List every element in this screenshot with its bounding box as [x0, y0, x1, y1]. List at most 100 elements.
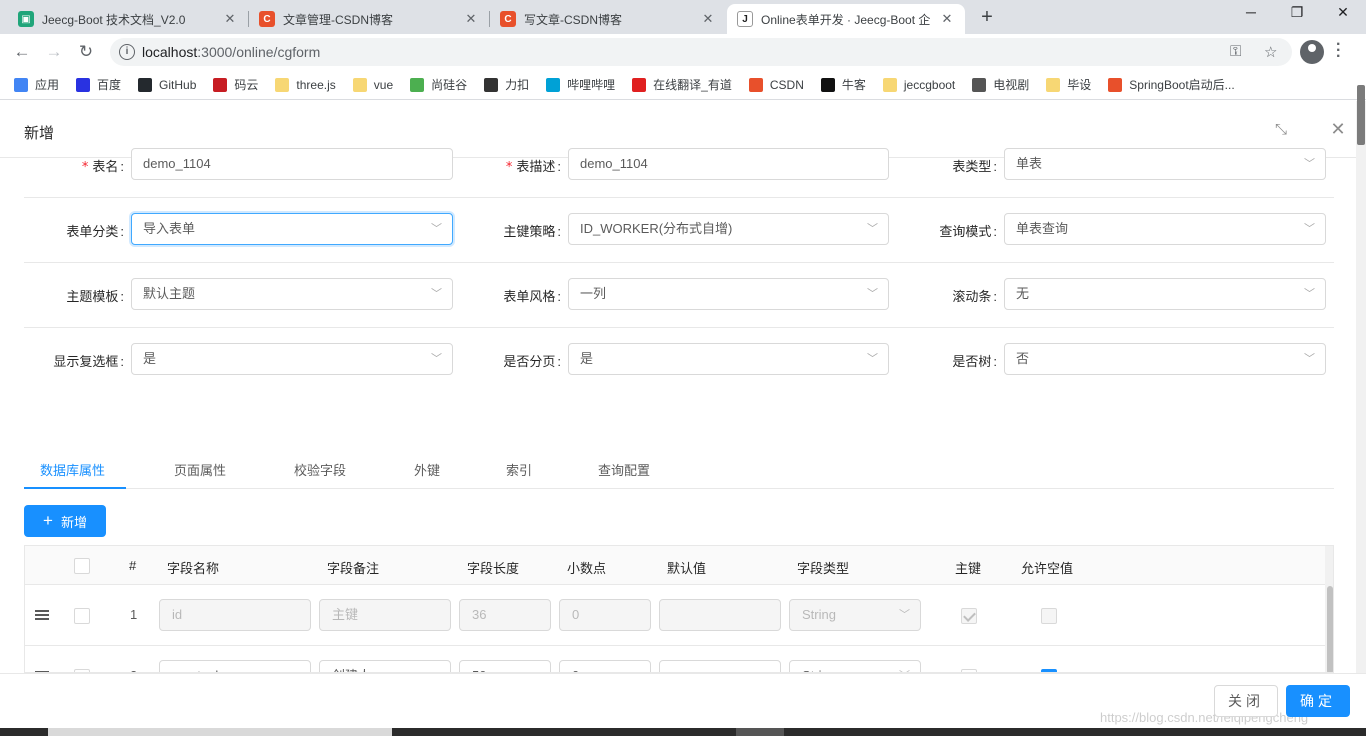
bookmark-item[interactable]: 在线翻译_有道 — [632, 76, 732, 93]
url-text: localhost:3000/online/cgform — [142, 44, 320, 60]
bookmark-item[interactable]: 牛客 — [820, 76, 866, 93]
bookmark-label: SpringBoot启动后... — [1129, 78, 1235, 92]
form-row: 表单分类: 导入表单 ﹀ 主键策略: ID_WORKER(分布式自增) ﹀ 查询模式: 单表查… — [24, 198, 1334, 263]
tab-query-config[interactable]: 查询配置 — [598, 460, 650, 479]
bookmark-item[interactable]: 毕设 — [1046, 76, 1091, 93]
reload-icon[interactable]: ↻ — [75, 41, 97, 63]
forward-arrow-icon[interactable]: → — [43, 41, 65, 63]
back-arrow-icon[interactable]: ← — [11, 41, 33, 63]
bookmark-label: 百度 — [97, 78, 122, 92]
form-select[interactable]: 单表 ﹀ — [1004, 148, 1326, 180]
field-length-input[interactable]: 50 — [459, 660, 551, 672]
bookmark-item[interactable]: three.js — [275, 77, 336, 92]
field-decimal-input[interactable]: 0 — [559, 660, 651, 672]
bookmark-item[interactable]: SpringBoot启动后... — [1108, 76, 1235, 93]
row-checkbox[interactable] — [74, 608, 90, 624]
browser-tab-label: 文章管理-CSDN博客 — [283, 12, 393, 27]
window-close-icon[interactable]: ✕ — [1328, 4, 1358, 21]
form-select[interactable]: 否 ﹀ — [1004, 343, 1326, 375]
close-icon[interactable]: ✕ — [939, 11, 955, 27]
bookmark-item[interactable]: 应用 — [14, 76, 59, 93]
chevron-down-icon: ﹀ — [1304, 288, 1315, 300]
form-item: 滚动条: 无 ﹀ — [24, 278, 1334, 310]
field-name-input[interactable]: id — [159, 599, 311, 631]
taskbar-item[interactable] — [736, 728, 784, 736]
nullable-checkbox[interactable] — [1041, 608, 1057, 624]
primary-key-checkbox[interactable] — [961, 608, 977, 624]
field-type-select[interactable]: String﹀ — [789, 599, 921, 631]
table-scrollbar[interactable] — [1325, 546, 1333, 672]
bookmark-item[interactable]: 力扣 — [484, 76, 529, 93]
browser-tab-active[interactable]: J Online表单开发 · Jeecg-Boot 企 ✕ — [727, 4, 965, 34]
address-bar[interactable]: i localhost:3000/online/cgform ⚿ ☆ — [110, 38, 1292, 66]
bookmark-item[interactable]: CSDN — [748, 77, 804, 92]
bookmark-item[interactable]: vue — [352, 77, 393, 92]
tab-database-properties[interactable]: 数据库属性 — [40, 460, 105, 479]
browser-tab[interactable]: C 文章管理-CSDN博客 ✕ — [249, 4, 489, 34]
tab-validation-fields[interactable]: 校验字段 — [294, 460, 346, 479]
close-button[interactable]: 关闭 — [1214, 685, 1278, 717]
column-header: 主键 — [955, 561, 982, 576]
field-remark-input[interactable]: 创建人 — [319, 660, 451, 672]
confirm-button[interactable]: 确定 — [1286, 685, 1350, 717]
field-length-input[interactable]: 36 — [459, 599, 551, 631]
bilibili-icon — [546, 77, 561, 92]
close-icon[interactable]: ✕ — [463, 11, 479, 27]
select-all-checkbox[interactable] — [74, 558, 90, 574]
bookmark-item[interactable]: 电视剧 — [972, 76, 1029, 93]
new-tab-plus-icon[interactable]: + — [976, 6, 998, 28]
column-header: 默认值 — [667, 561, 707, 576]
tab-foreign-keys[interactable]: 外键 — [414, 460, 440, 479]
field-remark-input[interactable]: 主键 — [319, 599, 451, 631]
browser-tab[interactable]: C 写文章-CSDN博客 ✕ — [490, 4, 726, 34]
taskbar-item[interactable] — [48, 728, 392, 736]
label-colon: : — [993, 289, 997, 304]
field-name-input[interactable]: create_by — [159, 660, 311, 672]
browser-tab[interactable]: ▣ Jeecg-Boot 技术文档_V2.0 ✕ — [8, 4, 248, 34]
bookmark-item[interactable]: jeccgboot — [882, 77, 955, 92]
field-decimal-input[interactable]: 0 — [559, 599, 651, 631]
bookmark-item[interactable]: 码云 — [213, 76, 258, 93]
form-select[interactable]: 无 ﹀ — [1004, 278, 1326, 310]
field-type-select[interactable]: String﹀ — [789, 660, 921, 672]
menu-kebab-icon[interactable]: · · · — [1336, 37, 1341, 65]
label-colon: : — [993, 159, 997, 174]
site-info-icon[interactable]: i — [119, 44, 135, 60]
drag-handle-icon[interactable] — [35, 610, 49, 620]
minimize-icon[interactable]: ─ — [1236, 4, 1266, 20]
label-colon: : — [993, 224, 997, 239]
bookmark-label: CSDN — [769, 77, 804, 92]
form-select[interactable]: 单表查询 ﹀ — [1004, 213, 1326, 245]
field-default-input[interactable] — [659, 660, 781, 672]
add-field-button[interactable]: + 新增 — [24, 505, 106, 537]
bookmark-label: 尚硅谷 — [431, 78, 468, 92]
bookmark-item[interactable]: 哔哩哔哩 — [546, 76, 615, 93]
folder-icon — [275, 77, 290, 92]
form-label-text: 表类型 — [952, 159, 992, 174]
field-default-input[interactable] — [659, 599, 781, 631]
csdn-icon: C — [259, 11, 275, 27]
scrollbar-thumb[interactable] — [1357, 85, 1365, 145]
scrollbar-thumb[interactable] — [1327, 586, 1333, 672]
row-number: 1 — [130, 607, 138, 622]
close-icon[interactable]: ✕ — [222, 11, 238, 27]
star-bookmark-icon[interactable]: ☆ — [1264, 43, 1277, 61]
bookmark-label: 牛客 — [841, 78, 866, 92]
chevron-down-icon: ﹀ — [1304, 158, 1315, 170]
browser-tab-label: 写文章-CSDN博客 — [524, 12, 622, 27]
tab-indexes[interactable]: 索引 — [506, 460, 532, 479]
chevron-down-icon: ﹀ — [1304, 353, 1315, 365]
key-icon[interactable]: ⚿ — [1230, 43, 1241, 60]
profile-avatar-icon[interactable] — [1300, 40, 1324, 64]
leetcode-icon — [484, 77, 499, 92]
page-scrollbar[interactable] — [1356, 85, 1366, 728]
bookmark-item[interactable]: 尚硅谷 — [410, 76, 467, 93]
tab-page-properties[interactable]: 页面属性 — [174, 460, 226, 479]
form-label: 滚动条: — [897, 286, 997, 305]
maximize-icon[interactable]: ❐ — [1282, 4, 1312, 21]
column-header: 字段长度 — [467, 561, 520, 576]
close-icon[interactable]: ✕ — [700, 11, 716, 27]
apps-grid-icon — [14, 77, 28, 92]
bookmark-item[interactable]: 百度 — [76, 76, 121, 93]
bookmark-item[interactable]: GitHub — [138, 77, 196, 92]
